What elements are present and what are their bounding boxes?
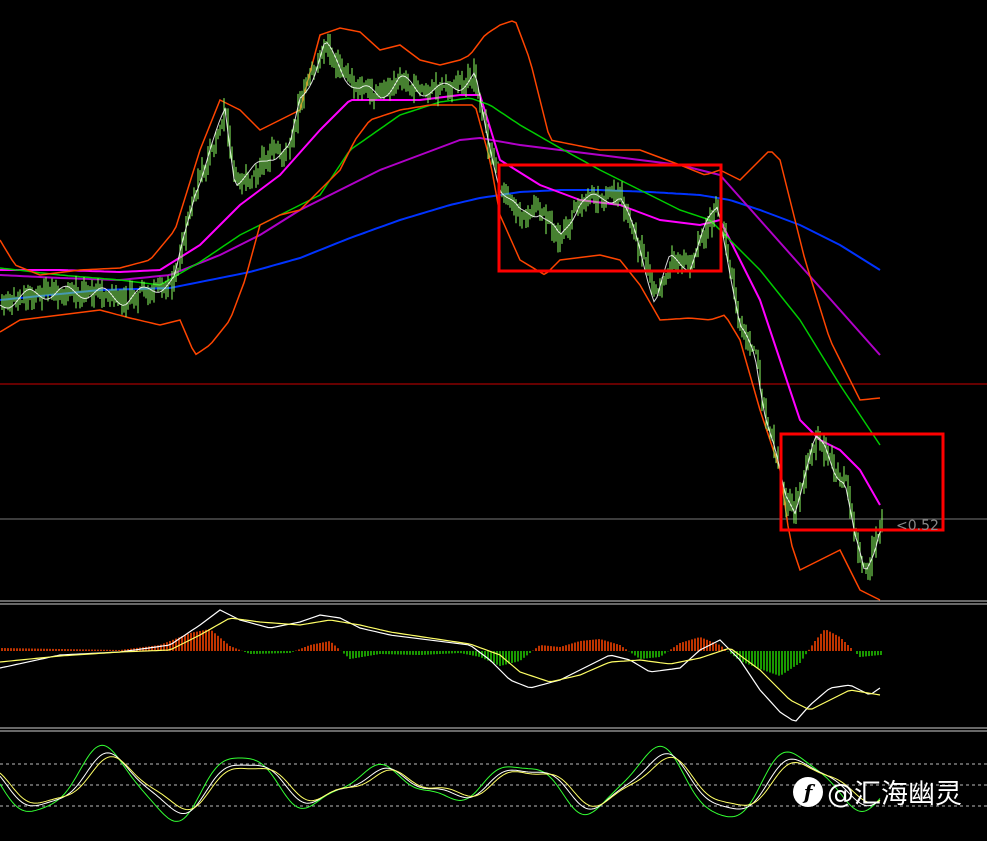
chart-background [0,0,987,841]
watermark-text: @汇海幽灵 [827,779,962,810]
watermark: f @汇海幽灵 [793,772,962,811]
current-price-label: <0.52 [896,518,939,534]
trading-chart [0,0,987,841]
watermark-logo-icon: f [793,776,823,807]
